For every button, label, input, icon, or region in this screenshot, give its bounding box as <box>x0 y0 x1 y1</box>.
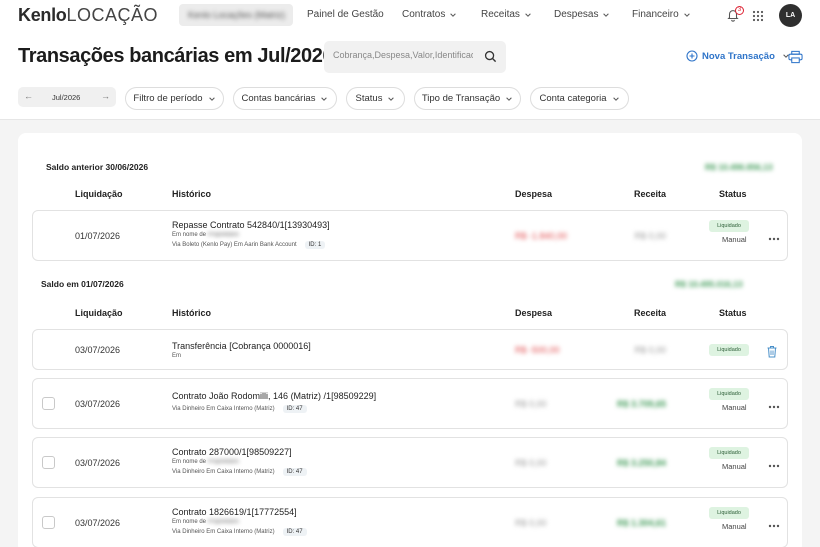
row-checkbox[interactable] <box>42 456 55 469</box>
nav-contratos[interactable]: Contratos <box>402 9 457 20</box>
chevron-down-icon <box>603 12 610 17</box>
despesa-value: R$ 0,00 <box>515 518 547 528</box>
col-receita: Receita <box>634 308 667 318</box>
receita-value: R$ 1.304,61 <box>616 518 666 528</box>
filter-tipo-transacao[interactable]: Tipo de Transação <box>414 87 521 110</box>
user-avatar[interactable]: LA <box>779 4 802 27</box>
col-liquidacao: Liquidação <box>75 308 123 318</box>
row-checkbox[interactable] <box>42 397 55 410</box>
id-chip: ID: 47 <box>282 468 307 476</box>
chevron-down-icon <box>506 96 512 101</box>
month-navigator: ← Jul/2026 → <box>18 87 116 107</box>
printer-icon[interactable] <box>788 50 803 64</box>
nav-despesas[interactable]: Despesas <box>554 9 610 20</box>
status-sub-label: Manual <box>722 235 747 244</box>
page-header: Transações bancárias em Jul/2026 Nova Tr… <box>0 34 820 120</box>
chevron-down-icon <box>208 96 215 101</box>
more-options-icon[interactable] <box>768 405 780 409</box>
transactions-card: Saldo anterior 30/06/2026 R$ 10.496.856,… <box>18 133 802 547</box>
more-options-icon[interactable] <box>768 464 780 468</box>
despesa-value: R$ -1.840,00 <box>515 231 568 241</box>
current-month: Jul/2026 <box>52 93 81 102</box>
nav-financeiro[interactable]: Financeiro <box>632 9 691 20</box>
id-chip: ID: 47 <box>282 405 307 413</box>
status-badge: Liquidado <box>709 220 749 232</box>
col-historico: Histórico <box>172 308 212 318</box>
section-balance-value: R$ 10.495.016,13 <box>675 279 743 289</box>
status-sub-label: Manual <box>722 522 747 531</box>
col-status: Status <box>719 189 747 199</box>
table-row[interactable]: 03/07/2026 Contrato 287000/1[98509227] E… <box>32 437 788 488</box>
more-options-icon[interactable] <box>768 237 780 241</box>
search-box[interactable] <box>324 41 506 73</box>
receita-value: R$ 0,00 <box>634 231 666 241</box>
trash-icon[interactable] <box>766 345 778 358</box>
chevron-down-icon <box>525 12 531 17</box>
filter-status[interactable]: Status <box>346 87 405 110</box>
section-balance-label: Saldo anterior 30/06/2026 <box>46 162 149 172</box>
row-checkbox[interactable] <box>42 516 55 529</box>
status-badge: Liquidado <box>709 388 749 400</box>
filter-periodo[interactable]: Filtro de período <box>125 87 224 110</box>
prev-month-arrow-icon[interactable]: ← <box>24 91 33 101</box>
id-chip: ID: 1 <box>304 241 326 249</box>
filter-contas-bancarias[interactable]: Contas bancárias <box>233 87 337 110</box>
col-despesa: Despesa <box>515 308 553 318</box>
col-status: Status <box>719 308 747 318</box>
new-transaction-button[interactable]: Nova Transação <box>686 50 790 62</box>
status-sub-label: Manual <box>722 462 747 471</box>
filter-conta-categoria[interactable]: Conta categoria <box>530 87 629 110</box>
id-chip: ID: 47 <box>282 528 307 536</box>
col-receita: Receita <box>634 189 667 199</box>
status-badge: Liquidado <box>709 507 749 519</box>
kenlo-logo[interactable]: KenloLOCAÇÃO <box>18 5 158 26</box>
search-icon[interactable] <box>484 50 497 63</box>
page-title: Transações bancárias em Jul/2026 <box>18 45 334 67</box>
receita-value: R$ 3.250,84 <box>616 458 666 468</box>
plus-circle-icon <box>686 50 698 62</box>
search-input[interactable] <box>333 50 473 60</box>
despesa-value: R$ 0,00 <box>515 399 547 409</box>
more-options-icon[interactable] <box>768 524 780 528</box>
nav-painel-de-gestao[interactable]: Painel de Gestão <box>307 9 384 20</box>
receita-value: R$ 3.709,65 <box>616 399 666 409</box>
despesa-value: R$ -500,00 <box>515 345 560 355</box>
section-balance-value: R$ 10.496.856,13 <box>705 162 773 172</box>
top-bar: KenloLOCAÇÃO Kenlo Locações (Matriz) Pai… <box>0 0 820 34</box>
status-sub-label: Manual <box>722 403 747 412</box>
receita-value: R$ 0,00 <box>634 345 666 355</box>
section-balance-label: Saldo em 01/07/2026 <box>41 279 124 289</box>
table-row[interactable]: 03/07/2026 Contrato 1826619/1[17772554] … <box>32 497 788 547</box>
despesa-value: R$ 0,00 <box>515 458 547 468</box>
notification-count-badge: 3 <box>735 6 744 15</box>
table-row[interactable]: 03/07/2026 Contrato João Rodomilli, 146 … <box>32 378 788 429</box>
company-selector[interactable]: Kenlo Locações (Matriz) <box>179 4 293 26</box>
nav-receitas[interactable]: Receitas <box>481 9 532 20</box>
chevron-down-icon <box>450 12 457 17</box>
status-badge: Liquidado <box>709 344 749 356</box>
chevron-down-icon <box>612 96 619 101</box>
table-row[interactable]: 03/07/2026 Transferência [Cobrança 00000… <box>32 329 788 370</box>
chevron-down-icon <box>321 96 328 101</box>
col-despesa: Despesa <box>515 189 553 199</box>
col-historico: Histórico <box>172 189 212 199</box>
next-month-arrow-icon[interactable]: → <box>101 91 110 101</box>
chevron-down-icon <box>388 96 395 101</box>
table-row[interactable]: 01/07/2026 Repasse Contrato 542840/1[139… <box>32 210 788 261</box>
chevron-down-icon <box>683 12 690 17</box>
col-liquidacao: Liquidação <box>75 189 123 199</box>
status-badge: Liquidado <box>709 447 749 459</box>
apps-grid-icon[interactable] <box>752 10 764 22</box>
